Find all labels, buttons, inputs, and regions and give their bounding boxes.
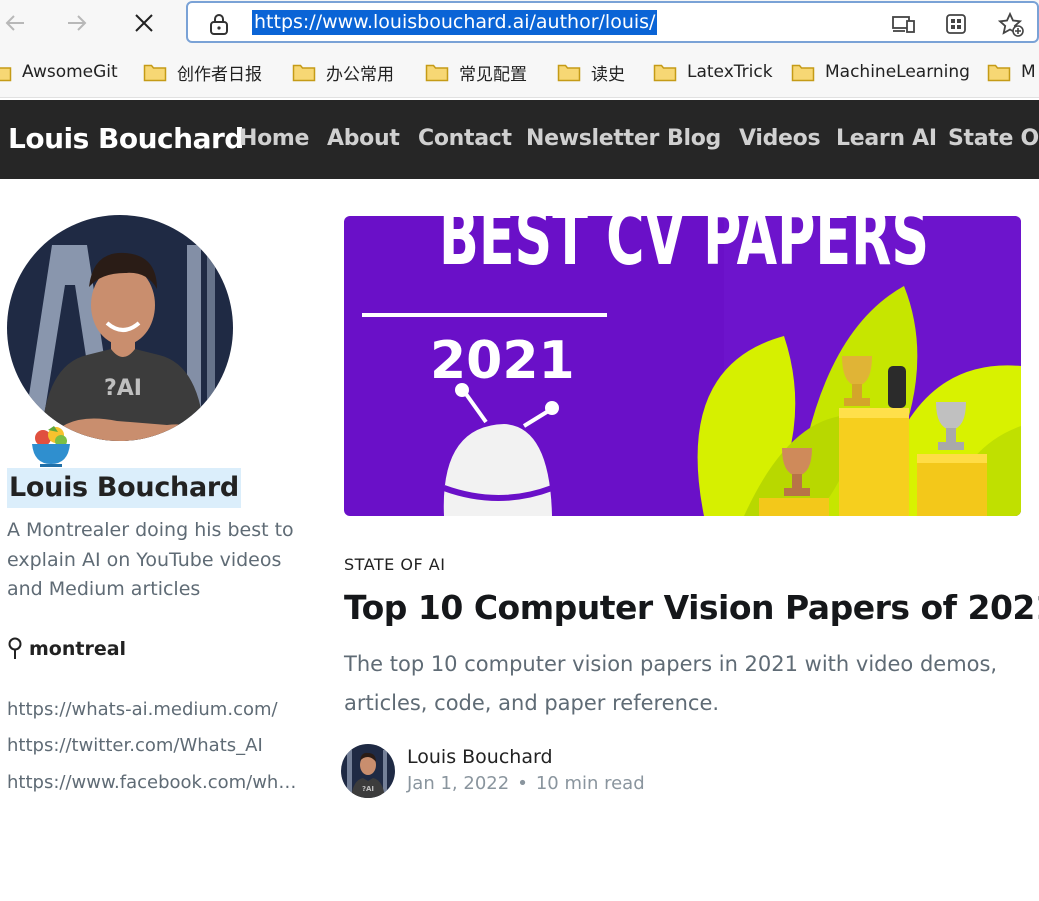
- nav-state-of[interactable]: State Of: [948, 126, 1039, 151]
- bookmark-folder[interactable]: 办公常用: [292, 58, 394, 86]
- lock-icon[interactable]: [208, 12, 230, 36]
- author-name: Louis Bouchard: [7, 468, 241, 508]
- site-navbar: Louis Bouchard Home About Contact Newsle…: [0, 100, 1039, 179]
- folder-icon: [791, 64, 815, 82]
- author-bio: A Montrealer doing his best to explain A…: [7, 519, 294, 600]
- bookmark-label: AwsomeGit: [22, 62, 118, 82]
- apps-icon[interactable]: [944, 12, 968, 36]
- post-title[interactable]: Top 10 Computer Vision Papers of 2021: [344, 588, 1039, 627]
- nav-home[interactable]: Home: [239, 126, 309, 151]
- bookmark-label: 办公常用: [326, 64, 394, 85]
- folder-icon: [425, 64, 449, 82]
- folder-icon: [0, 67, 12, 82]
- post-author-name[interactable]: Louis Bouchard: [407, 746, 553, 768]
- feature-image-title: BEST CV PAPERS: [439, 216, 929, 283]
- bookmark-folder[interactable]: AwsomeGit: [0, 58, 118, 86]
- post-tag[interactable]: STATE OF AI: [344, 555, 445, 574]
- folder-icon: [292, 64, 316, 82]
- folder-icon: [987, 64, 1011, 82]
- nav-about[interactable]: About: [327, 126, 400, 151]
- nav-blog[interactable]: Blog: [667, 126, 721, 151]
- url-text[interactable]: https://www.louisbouchard.ai/author/loui…: [252, 10, 658, 35]
- folder-icon: [653, 64, 677, 82]
- bookmark-folder[interactable]: M: [987, 58, 1036, 86]
- back-arrow-icon[interactable]: [0, 6, 32, 40]
- svg-text:?AI: ?AI: [104, 376, 142, 401]
- feature-image-year: 2021: [430, 331, 575, 391]
- post-meta: Jan 1, 2022 • 10 min read: [407, 773, 645, 794]
- post-author-avatar[interactable]: ?AI: [341, 744, 395, 798]
- nav-contact[interactable]: Contact: [418, 126, 512, 151]
- author-avatar: ?AI: [7, 215, 233, 441]
- nav-learn-ai[interactable]: Learn AI: [836, 126, 937, 151]
- bookmark-label: LatexTrick: [687, 62, 773, 82]
- post-read-time: 10 min read: [535, 773, 645, 794]
- bookmark-folder[interactable]: LatexTrick: [653, 58, 773, 86]
- bookmark-folder[interactable]: MachineLearning: [791, 58, 970, 86]
- bookmarks-bar: AwsomeGit 创作者日报 办公常用 常见配置 读史 LatexTrick …: [0, 46, 1039, 98]
- nav-newsletter[interactable]: Newsletter: [526, 126, 659, 151]
- svg-text:?AI: ?AI: [362, 785, 374, 793]
- bookmark-label: 常见配置: [459, 64, 527, 85]
- browser-toolbar: https://www.louisbouchard.ai/author/loui…: [0, 0, 1039, 46]
- address-bar[interactable]: https://www.louisbouchard.ai/author/loui…: [186, 1, 1039, 43]
- bookmark-label: 读史: [591, 64, 625, 85]
- favorite-star-icon[interactable]: [998, 12, 1026, 38]
- author-link-facebook[interactable]: https://www.facebook.com/what...: [7, 772, 307, 793]
- bookmark-label: M: [1021, 62, 1036, 82]
- author-link-twitter[interactable]: https://twitter.com/Whats_AI: [7, 735, 307, 756]
- site-title[interactable]: Louis Bouchard: [8, 122, 244, 155]
- location-pin-icon: [8, 637, 22, 659]
- bookmark-folder[interactable]: 常见配置: [425, 58, 527, 86]
- device-icon[interactable]: [891, 12, 917, 36]
- close-icon[interactable]: [127, 6, 161, 40]
- bookmark-label: MachineLearning: [825, 62, 970, 82]
- forward-arrow-icon[interactable]: [60, 6, 94, 40]
- bookmark-label: 创作者日报: [177, 64, 262, 85]
- post-date: Jan 1, 2022: [407, 773, 510, 794]
- post-feature-image[interactable]: BEST CV PAPERS 2021: [344, 216, 1021, 516]
- post-excerpt[interactable]: The top 10 computer vision papers in 202…: [344, 645, 1014, 723]
- folder-icon: [143, 64, 167, 82]
- folder-icon: [557, 64, 581, 82]
- meta-separator: •: [517, 773, 528, 794]
- author-link-medium[interactable]: https://whats-ai.medium.com/: [7, 699, 307, 720]
- salad-bowl-icon: [28, 424, 74, 470]
- author-location: montreal: [7, 637, 126, 661]
- bookmark-folder[interactable]: 读史: [557, 58, 625, 86]
- location-text: montreal: [29, 638, 127, 660]
- nav-videos[interactable]: Videos: [739, 126, 821, 151]
- bookmark-folder[interactable]: 创作者日报: [143, 58, 262, 86]
